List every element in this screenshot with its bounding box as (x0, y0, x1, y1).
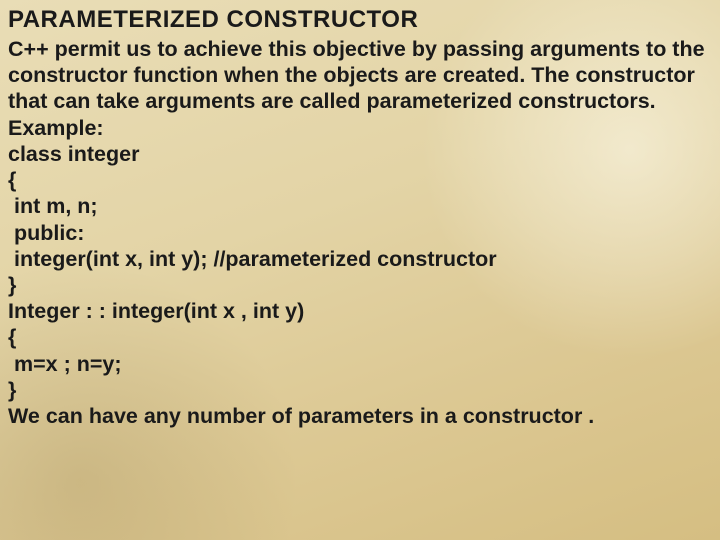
body-line: that can take arguments are called param… (8, 88, 710, 114)
body-line: integer(int x, int y); //parameterized c… (8, 246, 710, 272)
slide-title: PARAMETERIZED CONSTRUCTOR (8, 6, 710, 34)
body-line: { (8, 324, 710, 350)
body-line: m=x ; n=y; (8, 351, 710, 377)
body-line: Integer : : integer(int x , int y) (8, 298, 710, 324)
body-line: C++ permit us to achieve this objective … (8, 36, 710, 62)
body-line: class integer (8, 141, 710, 167)
body-line: } (8, 272, 710, 298)
body-line: } (8, 377, 710, 403)
body-line: public: (8, 220, 710, 246)
body-line: { (8, 167, 710, 193)
slide-body: C++ permit us to achieve this objective … (8, 36, 710, 429)
body-line: Example: (8, 115, 710, 141)
body-line: We can have any number of parameters in … (8, 403, 710, 429)
body-line: constructor function when the objects ar… (8, 62, 710, 88)
body-line: int m, n; (8, 193, 710, 219)
slide-content: PARAMETERIZED CONSTRUCTOR C++ permit us … (0, 0, 720, 540)
